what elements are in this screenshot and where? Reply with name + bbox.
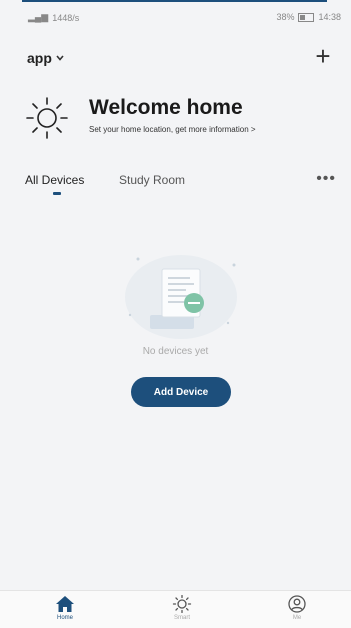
app-bar: app + [0, 40, 351, 80]
signal-icon: ▂▄▆ [28, 12, 49, 22]
more-options-icon[interactable]: ••• [316, 170, 336, 188]
status-left: ▂▄▆ 1448/s [28, 12, 79, 23]
nav-smart-label: Smart [173, 615, 190, 621]
active-tab-indicator [53, 192, 61, 195]
nav-me-label: Me [292, 615, 302, 621]
status-time: 14:38 [318, 12, 341, 22]
bottom-navigation: Home Smart Me [0, 590, 351, 628]
nav-smart[interactable]: Smart [152, 595, 212, 621]
plus-icon: + [315, 41, 331, 71]
add-device-button[interactable]: Add Device [131, 377, 231, 407]
sun-icon [172, 595, 192, 613]
home-name: app [27, 50, 52, 66]
network-speed: 1448/s [52, 12, 80, 23]
nav-home-label: Home [56, 615, 73, 621]
home-selector[interactable]: app [27, 50, 64, 66]
status-right: 38% 14:38 [276, 12, 341, 22]
battery-percent: 38% [276, 12, 295, 22]
room-tabs: All Devices Study Room ••• [0, 170, 351, 200]
user-icon [288, 595, 306, 613]
welcome-banner[interactable]: Welcome home Set your home location, get… [24, 90, 334, 150]
add-button[interactable]: + [309, 42, 337, 70]
top-accent-line [22, 0, 327, 2]
nav-me[interactable]: Me [267, 595, 327, 621]
nav-home[interactable]: Home [35, 595, 95, 621]
sun-icon [26, 97, 68, 139]
home-icon [56, 596, 74, 612]
tab-all-devices[interactable]: All Devices [25, 173, 84, 187]
tab-study-room[interactable]: Study Room [119, 173, 185, 187]
welcome-title: Welcome home [89, 96, 243, 119]
chevron-down-icon [56, 55, 64, 61]
empty-state-message: No devices yet [142, 346, 209, 357]
status-bar: ▂▄▆ 1448/s 38% 14:38 [0, 8, 351, 28]
empty-devices-illustration [125, 255, 237, 339]
welcome-subtitle-link[interactable]: Set your home location, get more informa… [89, 125, 256, 134]
battery-icon [298, 12, 315, 22]
